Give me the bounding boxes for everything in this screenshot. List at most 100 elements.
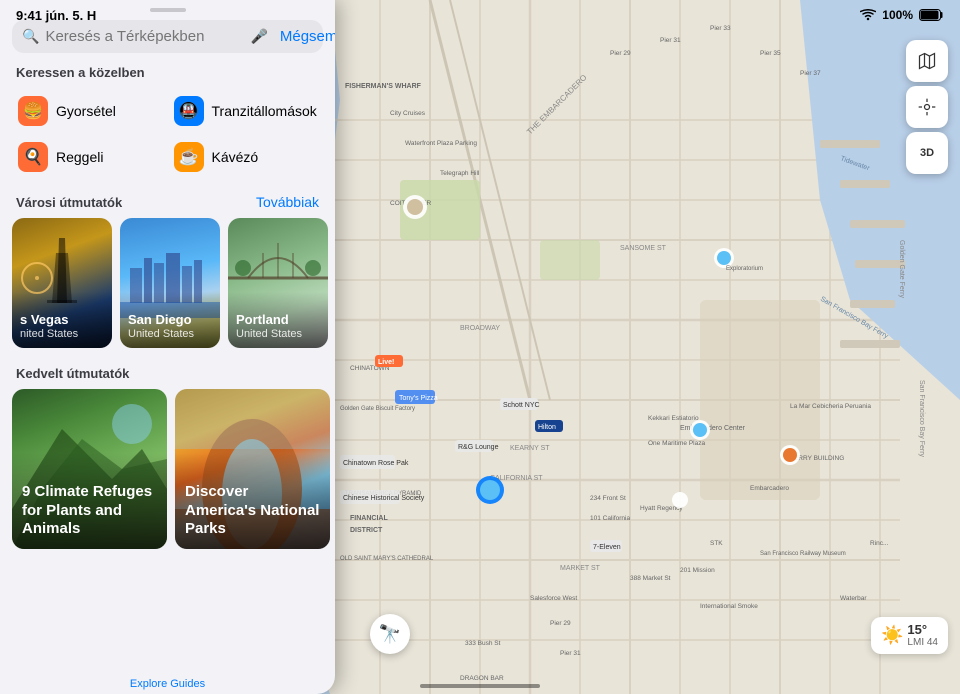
status-time: 9:41 jún. 5. H — [16, 8, 96, 23]
parks-card-title: Discover America's National Parks — [185, 483, 320, 539]
svg-text:One Maritime Plaza: One Maritime Plaza — [648, 440, 705, 447]
svg-text:Pier 29: Pier 29 — [550, 620, 571, 627]
svg-text:Embarcadero: Embarcadero — [750, 485, 789, 492]
svg-text:Pier 29: Pier 29 — [610, 50, 631, 57]
vegas-card-country: nited States — [20, 328, 104, 340]
location-button[interactable] — [906, 86, 948, 128]
guides-more-button[interactable]: Továbbiak — [256, 194, 319, 210]
nearby-grid: 🍔 Gyorsétel 🚇 Tranzitállomások 🍳 Reggeli… — [0, 88, 335, 180]
svg-text:SANSOME ST: SANSOME ST — [620, 245, 667, 252]
temperature-lmi: LMI 44 — [907, 637, 938, 648]
svg-text:San Francisco Railway Museum: San Francisco Railway Museum — [760, 551, 846, 557]
wifi-icon — [860, 9, 876, 21]
svg-text:La Mar Cebicheria Peruania: La Mar Cebicheria Peruania — [790, 403, 871, 410]
svg-text:Pier 35: Pier 35 — [760, 50, 781, 57]
svg-text:Schott NYC: Schott NYC — [503, 402, 540, 409]
map-type-button[interactable] — [906, 40, 948, 82]
gyorsetel-icon: 🍔 — [18, 96, 48, 126]
microphone-icon[interactable]: 🎤 — [250, 28, 267, 45]
svg-text:BROADWAY: BROADWAY — [460, 325, 500, 332]
svg-text:388 Market St: 388 Market St — [630, 575, 671, 582]
svg-text:Waterbar: Waterbar — [840, 595, 867, 602]
city-guides-title: Városi útmutatók — [16, 195, 122, 210]
fav-guides-row: 9 Climate Refuges for Plants and Animals… — [0, 389, 335, 549]
city-card-portland[interactable]: Portland United States — [228, 218, 328, 348]
svg-text:City Cruises: City Cruises — [390, 110, 426, 117]
city-card-vegas[interactable]: s Vegas nited States — [12, 218, 112, 348]
3d-button[interactable]: 3D — [906, 132, 948, 174]
search-icon: 🔍 — [22, 28, 39, 45]
battery-label: 100% — [882, 8, 913, 22]
sidebar-panel: 🔍 🎤 Mégsem Keressen a közelben 🍔 Gyorsét… — [0, 0, 335, 694]
sidebar-bottom: Explore Guides — [0, 670, 335, 694]
portland-card-country: United States — [236, 328, 320, 340]
svg-text:DRAGON BAR: DRAGON BAR — [460, 675, 504, 682]
city-card-sandiego[interactable]: San Diego United States — [120, 218, 220, 348]
search-input[interactable] — [45, 28, 244, 45]
svg-text:234 Front St: 234 Front St — [590, 495, 626, 502]
fav-card-climate[interactable]: 9 Climate Refuges for Plants and Animals — [12, 389, 167, 549]
binoculars-button[interactable]: 🔭 — [370, 614, 410, 654]
svg-text:Pier 31: Pier 31 — [560, 650, 581, 657]
vegas-card-name: s Vegas — [20, 312, 104, 328]
nearby-item-reggeli[interactable]: 🍳 Reggeli — [12, 134, 168, 180]
temperature-value: 15° — [907, 623, 938, 637]
svg-text:Chinatown Rose Pak: Chinatown Rose Pak — [343, 460, 409, 467]
nearby-item-tranzit[interactable]: 🚇 Tranzitállomások — [168, 88, 324, 134]
svg-text:Hilton: Hilton — [538, 424, 556, 431]
guides-header: Városi útmutatók Továbbiak — [0, 190, 335, 218]
svg-text:KEARNY ST: KEARNY ST — [510, 445, 550, 452]
weather-icon: ☀️ — [881, 625, 903, 646]
fav-card-parks[interactable]: Discover America's National Parks — [175, 389, 330, 549]
gyorsetel-label: Gyorsétel — [56, 103, 116, 119]
svg-text:Embarcadero Center: Embarcadero Center — [680, 425, 746, 432]
svg-text:Salesforce West: Salesforce West — [530, 595, 577, 602]
svg-text:7-Eleven: 7-Eleven — [593, 544, 621, 551]
tranzit-icon: 🚇 — [174, 96, 204, 126]
svg-text:MARKET ST: MARKET ST — [560, 565, 601, 572]
svg-text:Exploratorium: Exploratorium — [726, 266, 763, 272]
temperature-badge[interactable]: ☀️ 15° LMI 44 — [871, 617, 948, 654]
climate-card-overlay: 9 Climate Refuges for Plants and Animals — [12, 453, 167, 549]
status-bar: 9:41 jún. 5. H 100% — [0, 0, 960, 30]
svg-text:R&G Lounge: R&G Lounge — [458, 444, 499, 451]
kavézo-icon: ☕ — [174, 142, 204, 172]
svg-text:DISTRICT: DISTRICT — [350, 527, 383, 534]
svg-text:Golden Gate Biscuit Factory: Golden Gate Biscuit Factory — [340, 406, 415, 412]
status-indicators: 100% — [860, 8, 944, 22]
map-controls: 3D — [906, 40, 948, 174]
svg-text:FISHERMAN'S WHARF: FISHERMAN'S WHARF — [345, 83, 422, 90]
svg-text:333 Bush St: 333 Bush St — [465, 640, 501, 647]
svg-text:Rinc...: Rinc... — [870, 540, 889, 547]
svg-text:Waterfront Plaza Parking: Waterfront Plaza Parking — [405, 140, 477, 147]
portland-card-overlay: Portland United States — [228, 292, 328, 348]
svg-text:STK: STK — [710, 540, 723, 547]
svg-text:OLD SAINT MARY'S CATHEDRAL: OLD SAINT MARY'S CATHEDRAL — [340, 556, 434, 562]
svg-text:Pier 37: Pier 37 — [800, 70, 821, 77]
svg-text:San Francisco Bay Ferry: San Francisco Bay Ferry — [918, 380, 925, 458]
kavézo-label: Kávézó — [212, 149, 259, 165]
svg-text:International Smoke: International Smoke — [700, 603, 758, 610]
svg-text:201 Mission: 201 Mission — [680, 567, 715, 574]
explore-guides-label[interactable]: Explore Guides — [130, 678, 205, 690]
svg-text:FINANCIAL: FINANCIAL — [350, 515, 388, 522]
nearby-item-kavézo[interactable]: ☕ Kávézó — [168, 134, 324, 180]
svg-text:Golden Gate Ferry: Golden Gate Ferry — [898, 240, 905, 298]
vegas-card-overlay: s Vegas nited States — [12, 292, 112, 348]
fav-guides-title: Kedvelt útmutatók — [0, 362, 335, 389]
battery-icon — [919, 9, 944, 21]
home-indicator — [420, 684, 540, 688]
nearby-item-gyorsetel[interactable]: 🍔 Gyorsétel — [12, 88, 168, 134]
portland-card-name: Portland — [236, 312, 320, 328]
svg-text:Tony's Pizza: Tony's Pizza — [399, 395, 438, 402]
svg-text:Live!: Live! — [378, 359, 394, 366]
reggeli-label: Reggeli — [56, 149, 103, 165]
svg-text:101 California: 101 California — [590, 515, 630, 522]
svg-text:Chinese Historical Society: Chinese Historical Society — [343, 495, 425, 502]
cancel-button[interactable]: Mégsem — [274, 28, 335, 45]
climate-card-title: 9 Climate Refuges for Plants and Animals — [22, 483, 157, 539]
svg-text:Telegraph Hill: Telegraph Hill — [440, 170, 480, 177]
tranzit-label: Tranzitállomások — [212, 103, 317, 119]
sandiego-card-overlay: San Diego United States — [120, 292, 220, 348]
sandiego-card-name: San Diego — [128, 312, 212, 328]
